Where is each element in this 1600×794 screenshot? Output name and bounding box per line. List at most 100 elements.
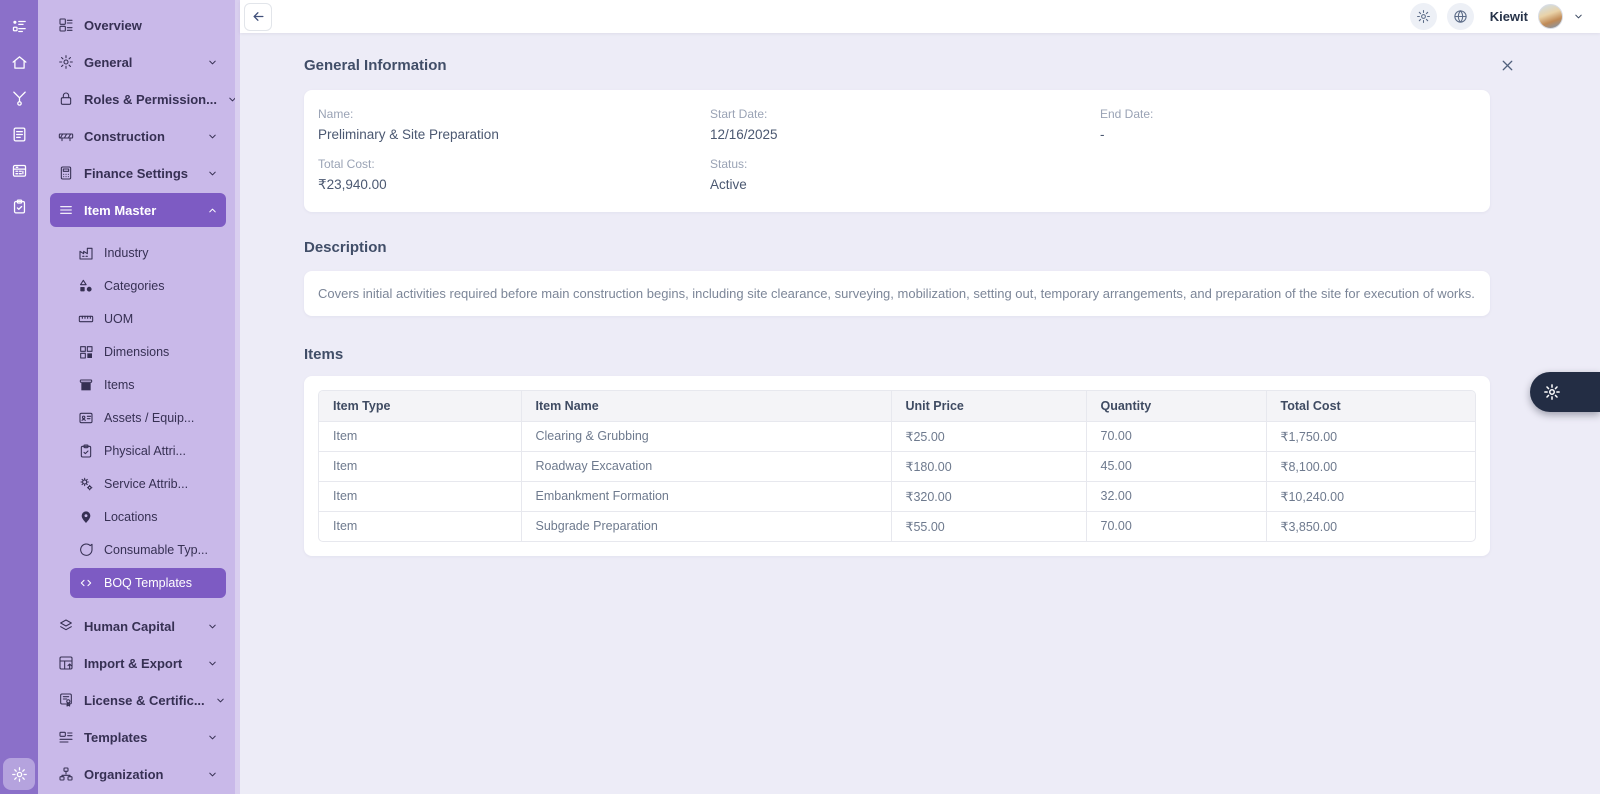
field-status: Status: Active bbox=[710, 157, 1100, 193]
back-button[interactable] bbox=[244, 3, 272, 31]
sidebar-item-industry[interactable]: Industry bbox=[70, 238, 226, 268]
sidebar-item-general[interactable]: General bbox=[50, 45, 226, 79]
cell-unit-price: ₹180.00 bbox=[891, 451, 1086, 481]
sidebar-item-label: Locations bbox=[104, 510, 158, 524]
field-label: Name: bbox=[318, 107, 710, 121]
list-detail-icon[interactable] bbox=[11, 18, 28, 35]
chevron-down-icon bbox=[227, 94, 235, 105]
cell-quantity: 45.00 bbox=[1086, 451, 1266, 481]
grid-squares-icon bbox=[78, 344, 94, 360]
gear-icon bbox=[1543, 383, 1561, 401]
sidebar-item-finance-settings[interactable]: Finance Settings bbox=[50, 156, 226, 190]
sidebar-item-service-attributes[interactable]: Service Attrib... bbox=[70, 469, 226, 499]
sidebar-item-roles-permissions[interactable]: Roles & Permission... bbox=[50, 82, 226, 116]
layers-icon bbox=[58, 618, 74, 634]
field-total-cost: Total Cost: ₹23,940.00 bbox=[318, 157, 710, 193]
floating-settings-button[interactable] bbox=[1530, 372, 1600, 412]
globe-icon bbox=[1453, 9, 1468, 24]
chevron-down-icon bbox=[207, 131, 218, 142]
ruler-icon bbox=[78, 311, 94, 327]
field-value: - bbox=[1100, 127, 1476, 142]
field-label: Status: bbox=[710, 157, 1100, 171]
box-icon bbox=[78, 377, 94, 393]
sidebar-item-label: Dimensions bbox=[104, 345, 169, 359]
sidebar-item-label: Assets / Equip... bbox=[104, 411, 194, 425]
sidebar-item-uom[interactable]: UOM bbox=[70, 304, 226, 334]
document-icon[interactable] bbox=[11, 126, 28, 143]
sidebar-item-label: Templates bbox=[84, 730, 147, 745]
sidebar-item-items[interactable]: Items bbox=[70, 370, 226, 400]
sidebar-item-item-master[interactable]: Item Master bbox=[50, 193, 226, 227]
avatar[interactable] bbox=[1538, 4, 1563, 29]
items-card: Item Type Item Name Unit Price Quantity … bbox=[304, 376, 1490, 556]
chevron-down-icon bbox=[207, 621, 218, 632]
chevron-down-icon bbox=[207, 732, 218, 743]
table-header-row: Item Type Item Name Unit Price Quantity … bbox=[319, 391, 1475, 421]
register-icon[interactable] bbox=[11, 162, 28, 179]
sidebar-item-label: Finance Settings bbox=[84, 166, 188, 181]
settings-tile[interactable] bbox=[3, 758, 35, 790]
home-icon[interactable] bbox=[11, 54, 28, 71]
sidebar-item-license-certification[interactable]: License & Certific... bbox=[50, 683, 226, 717]
language-button[interactable] bbox=[1447, 3, 1474, 30]
col-total-cost: Total Cost bbox=[1266, 391, 1475, 421]
sidebar-item-boq-templates[interactable]: BOQ Templates bbox=[70, 568, 226, 598]
field-start-date: Start Date: 12/16/2025 bbox=[710, 107, 1100, 142]
col-item-type: Item Type bbox=[319, 391, 521, 421]
org-name: Kiewit bbox=[1490, 9, 1528, 24]
calculator-icon bbox=[58, 165, 74, 181]
sidebar-item-consumable-types[interactable]: Consumable Typ... bbox=[70, 535, 226, 565]
cell-item-type: Item bbox=[319, 421, 521, 451]
gear-icon bbox=[1416, 9, 1431, 24]
close-button[interactable] bbox=[1499, 57, 1516, 79]
sidebar-item-physical-attributes[interactable]: Physical Attri... bbox=[70, 436, 226, 466]
sidebar-item-dimensions[interactable]: Dimensions bbox=[70, 337, 226, 367]
field-label: End Date: bbox=[1100, 107, 1476, 121]
cell-total-cost: ₹3,850.00 bbox=[1266, 511, 1475, 541]
sidebar-item-human-capital[interactable]: Human Capital bbox=[50, 609, 226, 643]
col-item-name: Item Name bbox=[521, 391, 891, 421]
layout-template-icon bbox=[58, 729, 74, 745]
cell-item-name: Roadway Excavation bbox=[521, 451, 891, 481]
sidebar-item-label: License & Certific... bbox=[84, 693, 205, 708]
table-row: Item Clearing & Grubbing ₹25.00 70.00 ₹1… bbox=[319, 421, 1475, 451]
sidebar-item-label: Consumable Typ... bbox=[104, 543, 208, 557]
general-info-card: Name: Preliminary & Site Preparation Sta… bbox=[304, 90, 1490, 212]
field-name: Name: Preliminary & Site Preparation bbox=[318, 107, 710, 142]
description-title: Description bbox=[304, 239, 1490, 256]
certificate-icon bbox=[58, 692, 74, 708]
chevron-down-icon bbox=[207, 57, 218, 68]
sidebar-item-templates[interactable]: Templates bbox=[50, 720, 226, 754]
sidebar-item-organization[interactable]: Organization bbox=[50, 757, 226, 791]
table-import-icon bbox=[58, 655, 74, 671]
id-card-icon bbox=[78, 410, 94, 426]
cell-quantity: 70.00 bbox=[1086, 421, 1266, 451]
field-value: Preliminary & Site Preparation bbox=[318, 127, 710, 142]
topbar: Kiewit bbox=[240, 0, 1600, 33]
cell-total-cost: ₹1,750.00 bbox=[1266, 421, 1475, 451]
sidebar-item-label: Item Master bbox=[84, 203, 156, 218]
sidebar-item-construction[interactable]: Construction bbox=[50, 119, 226, 153]
user-menu-chevron[interactable] bbox=[1573, 11, 1584, 22]
cell-item-type: Item bbox=[319, 511, 521, 541]
cell-unit-price: ₹320.00 bbox=[891, 481, 1086, 511]
settings-button[interactable] bbox=[1410, 3, 1437, 30]
factory-icon bbox=[78, 245, 94, 261]
cell-item-name: Embankment Formation bbox=[521, 481, 891, 511]
field-value: ₹23,940.00 bbox=[318, 177, 710, 193]
field-value: 12/16/2025 bbox=[710, 127, 1100, 142]
cell-unit-price: ₹25.00 bbox=[891, 421, 1086, 451]
sidebar-item-locations[interactable]: Locations bbox=[70, 502, 226, 532]
sidebar-item-categories[interactable]: Categories bbox=[70, 271, 226, 301]
main-area: Kiewit General Information Name: Prelimi… bbox=[240, 0, 1600, 794]
arrow-left-icon bbox=[251, 9, 266, 24]
sidebar-item-import-export[interactable]: Import & Export bbox=[50, 646, 226, 680]
items-title: Items bbox=[304, 346, 1490, 363]
clipboard-check-icon[interactable] bbox=[11, 198, 28, 215]
sidebar-item-label: Items bbox=[104, 378, 135, 392]
sidebar-item-assets-equipment[interactable]: Assets / Equip... bbox=[70, 403, 226, 433]
branch-icon[interactable] bbox=[11, 90, 28, 107]
grid-list-icon bbox=[58, 17, 74, 33]
sidebar-item-overview[interactable]: Overview bbox=[50, 8, 226, 42]
code-icon bbox=[78, 575, 94, 591]
